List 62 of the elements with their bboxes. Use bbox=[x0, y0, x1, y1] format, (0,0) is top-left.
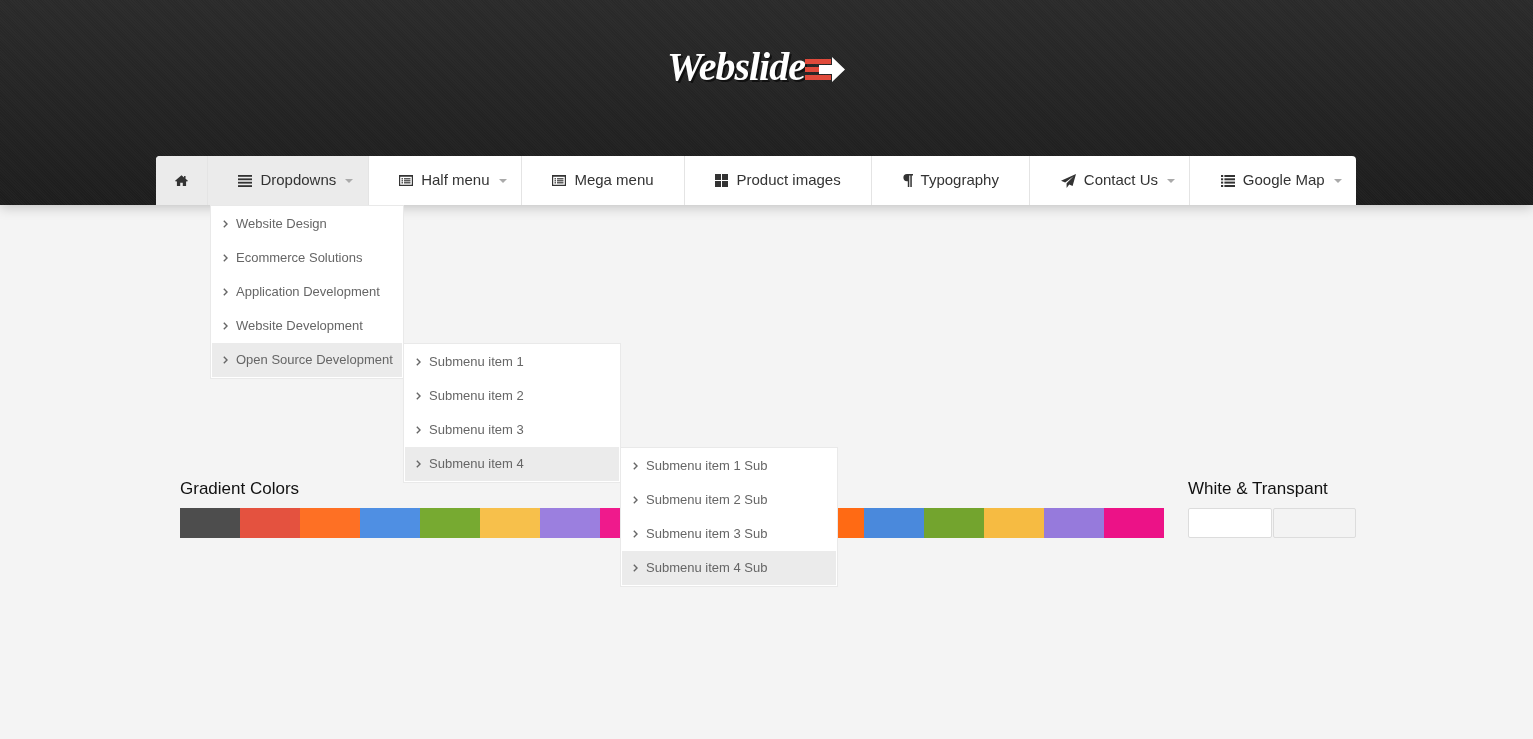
nav-link[interactable]: Mega menu bbox=[521, 156, 686, 205]
color-swatch-icon[interactable] bbox=[1188, 508, 1272, 538]
color-swatch-icon[interactable] bbox=[838, 508, 864, 538]
nav-link[interactable]: Product images bbox=[685, 156, 873, 205]
chevron-right-icon bbox=[416, 426, 421, 434]
section-title: White & Transpant bbox=[1188, 479, 1329, 499]
logo-text: Webslide bbox=[667, 45, 805, 89]
color-swatch-icon[interactable] bbox=[984, 508, 1044, 538]
chevron-right-icon bbox=[223, 254, 228, 262]
chevron-right-icon bbox=[223, 288, 228, 296]
menu-item[interactable]: Website Design bbox=[212, 207, 402, 241]
color-swatch-icon[interactable] bbox=[924, 508, 984, 538]
chevron-right-icon bbox=[633, 462, 638, 470]
menu-item[interactable]: Submenu item 2 Sub bbox=[622, 483, 836, 517]
menu-item[interactable]: Submenu item 4 bbox=[405, 447, 619, 481]
color-swatch-icon[interactable] bbox=[300, 508, 360, 538]
menu-item[interactable]: Submenu item 1 Sub bbox=[622, 449, 836, 483]
menu-item[interactable]: Submenu item 3 Sub bbox=[622, 517, 836, 551]
color-swatch-icon[interactable] bbox=[180, 508, 240, 538]
color-swatch-icon[interactable] bbox=[540, 508, 600, 538]
chevron-right-icon bbox=[633, 530, 638, 538]
nav-link[interactable]: Half menu bbox=[368, 156, 522, 205]
color-swatch-icon[interactable] bbox=[420, 508, 480, 538]
chevron-right-icon bbox=[633, 496, 638, 504]
chevron-right-icon bbox=[416, 392, 421, 400]
color-swatch-icon[interactable] bbox=[240, 508, 300, 538]
menu-item[interactable]: Application Development bbox=[212, 275, 402, 309]
color-swatch-icon[interactable] bbox=[1044, 508, 1104, 538]
color-swatch-icon[interactable] bbox=[600, 508, 620, 538]
color-swatch-icon[interactable] bbox=[360, 508, 420, 538]
grid-icon bbox=[715, 174, 729, 187]
color-swatch-icon[interactable] bbox=[1272, 508, 1356, 538]
chevron-right-icon bbox=[223, 220, 228, 228]
list-icon bbox=[1220, 174, 1235, 187]
nav-link[interactable]: Dropdowns bbox=[208, 156, 369, 205]
list-card-icon bbox=[399, 175, 414, 186]
chevron-right-icon bbox=[416, 460, 421, 468]
menu-item[interactable]: Submenu item 2 bbox=[405, 379, 619, 413]
chevron-right-icon bbox=[416, 358, 421, 366]
menu-item[interactable]: Submenu item 1 bbox=[405, 345, 619, 379]
nav-link[interactable]: Contact Us bbox=[1030, 156, 1191, 205]
menu-item[interactable]: Submenu item 3 bbox=[405, 413, 619, 447]
menu-item[interactable]: Submenu item 4 Sub bbox=[622, 551, 836, 585]
list-card-icon bbox=[552, 175, 567, 186]
bars-icon bbox=[238, 174, 253, 187]
nav-link[interactable]: Typography bbox=[872, 156, 1031, 205]
nav-link[interactable]: Google Map bbox=[1190, 156, 1356, 205]
home-link[interactable] bbox=[156, 156, 208, 205]
color-swatch-icon[interactable] bbox=[480, 508, 540, 538]
chevron-right-icon bbox=[223, 356, 228, 364]
home-icon bbox=[175, 175, 188, 186]
chevron-right-icon bbox=[633, 564, 638, 572]
pilcrow-icon bbox=[902, 174, 913, 187]
menu-item[interactable]: Ecommerce Solutions bbox=[212, 241, 402, 275]
menu-item[interactable]: Open Source Development bbox=[212, 343, 402, 377]
paper-plane-icon bbox=[1060, 173, 1076, 188]
color-swatch-icon[interactable] bbox=[1104, 508, 1164, 538]
chevron-right-icon bbox=[223, 322, 228, 330]
menu-item[interactable]: Website Development bbox=[212, 309, 402, 343]
color-swatch-icon[interactable] bbox=[864, 508, 924, 538]
section-title: Gradient Colors bbox=[180, 479, 301, 499]
arrow-icon bbox=[804, 56, 845, 83]
